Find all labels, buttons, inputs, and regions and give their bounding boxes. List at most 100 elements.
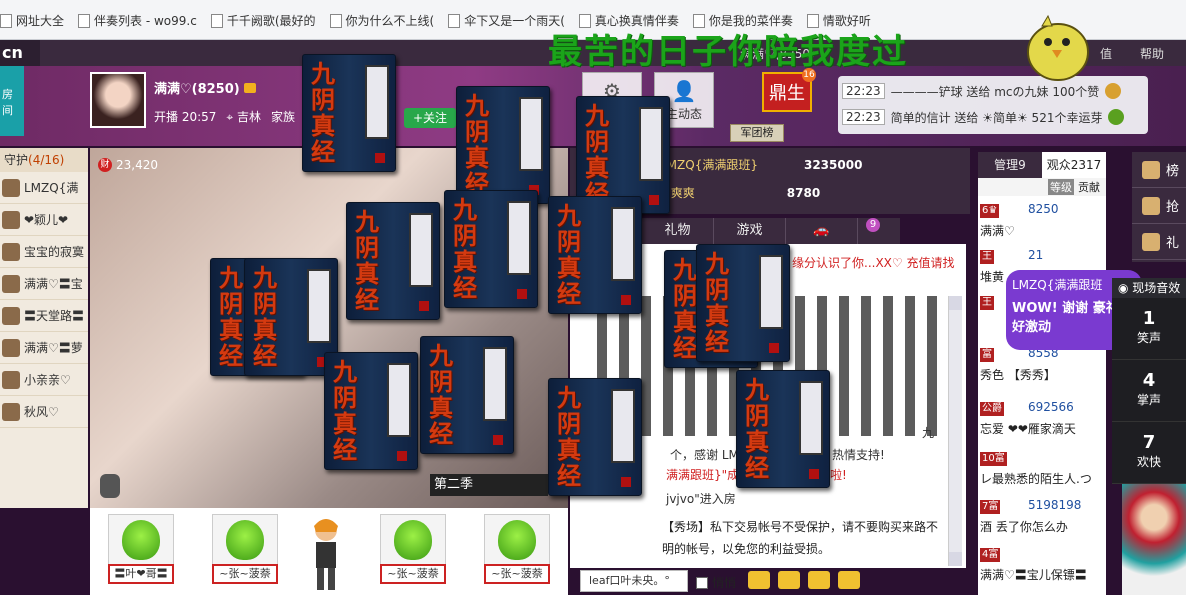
sort-contrib[interactable]: 贡献	[1078, 179, 1100, 195]
room-side-tab[interactable]: 房间	[0, 66, 24, 136]
sort-level[interactable]: 等级	[1048, 179, 1074, 195]
scroll-up-icon[interactable]	[949, 296, 962, 310]
seal-icon	[493, 435, 503, 445]
image-icon[interactable]	[748, 571, 770, 589]
rich-row[interactable]: ★爽爽 8780	[660, 184, 820, 201]
sound-effects-panel: ◉ 现场音效 1 笑声 4 掌声 7 欢快	[1112, 278, 1186, 484]
book-title: 九阴真经	[557, 201, 581, 308]
army-rank-button[interactable]: 军团榜	[730, 124, 784, 142]
ding-button[interactable]: 鼎生 16	[762, 68, 816, 112]
bookmark-2[interactable]: 伴奏列表 - wo99.c	[78, 12, 197, 29]
seal-icon	[769, 343, 779, 353]
audience-row[interactable]: 10富 レ最熟悉的陌生人.つ	[978, 448, 1106, 490]
audience-name: 满满♡〓宝儿保镖〓	[980, 568, 1087, 582]
family-text[interactable]: 家族	[271, 108, 295, 125]
book-gift-icon: 九阴真经	[302, 54, 396, 172]
site-logo[interactable]: cn	[0, 40, 40, 66]
sound-key-number: 7	[1142, 432, 1156, 453]
seal-icon	[517, 289, 527, 299]
guard-item[interactable]: 满满♡〓萝	[0, 332, 88, 364]
tab-games[interactable]: 游戏	[714, 218, 786, 244]
sound-key[interactable]: 4 掌声	[1112, 360, 1186, 422]
avatar	[2, 306, 20, 325]
avatar	[2, 370, 20, 389]
scroll-down-icon[interactable]	[949, 552, 962, 566]
avatar	[2, 178, 20, 197]
audience-row[interactable]: 6♛ 8250 满满♡	[978, 200, 1106, 242]
streamer-avatar[interactable]	[90, 72, 146, 128]
tab-car[interactable]: 🚗	[786, 218, 858, 244]
guard-item[interactable]: 小亲亲♡	[0, 364, 88, 396]
gift-feed: 22:23 ————铲球 送给 mcの九妹 100个赞 22:23 简单的信计 …	[838, 76, 1148, 134]
live-info: 开播 20:57 ⌖ 吉林 家族	[154, 108, 295, 125]
audience-row[interactable]: 富 8558 秀色 【秀秀】	[978, 344, 1106, 386]
book-title: 九阴真经	[585, 101, 609, 208]
tab-managers[interactable]: 管理9	[978, 152, 1042, 178]
season-caption: 第二季	[430, 474, 548, 496]
book-gift-icon: 九阴真经	[696, 244, 790, 362]
audience-row[interactable]: 4富 满满♡〓宝儿保镖〓	[978, 544, 1106, 586]
book-gift-icon: 九阴真经	[420, 336, 514, 454]
guard-item[interactable]: 〓天堂路〓	[0, 300, 88, 332]
side-tools: 榜 抢 礼	[1132, 152, 1186, 262]
side-tool-label: 榜	[1166, 164, 1180, 179]
seat[interactable]: 〓叶❤哥〓	[108, 514, 174, 586]
avatar	[2, 210, 20, 229]
vip-icon[interactable]	[808, 571, 830, 589]
guard-count: (4/16)	[28, 153, 65, 167]
chat-input[interactable]: leaf口叶未央。°	[580, 570, 688, 592]
start-time: 开播 20:57	[154, 110, 217, 124]
bookmark-4[interactable]: 你为什么不上线(	[329, 12, 434, 29]
seat[interactable]: ~张~菠萘	[484, 514, 550, 586]
side-tool-grab[interactable]: 抢	[1132, 188, 1186, 224]
tab-gifts[interactable]: 礼物	[642, 218, 714, 244]
sound-key[interactable]: 1 笑声	[1112, 298, 1186, 360]
audience-row[interactable]: 7富 5198198 酒 丢了你怎么办	[978, 496, 1106, 538]
side-tool-rank[interactable]: 榜	[1132, 152, 1186, 188]
whisper-toggle[interactable]: 悄悄	[696, 574, 736, 591]
bookmark-3[interactable]: 千千阙歌(最好的	[210, 12, 316, 29]
bookmark-1[interactable]: 网址大全	[0, 12, 64, 29]
nav-value[interactable]: 值	[1100, 45, 1112, 62]
audience-row[interactable]: 公爵 692566 忘爱 ❤❤雁家滴天	[978, 398, 1106, 440]
alien-avatar-icon	[226, 520, 264, 560]
sound-title-text: 现场音效	[1132, 281, 1181, 295]
guard-item[interactable]: LMZQ{满	[0, 172, 88, 204]
sound-key-number: 1	[1142, 308, 1156, 329]
audience-list: 6♛ 8250 满满♡ 王 21 堆黄 王 富 8558 秀色 【秀秀】 公爵 692566 忘…	[978, 196, 1106, 595]
seat[interactable]: ~张~菠萘	[212, 514, 278, 586]
whisper-checkbox[interactable]	[696, 576, 708, 589]
bookmark-label: 网址大全	[16, 14, 65, 28]
emoji-icon[interactable]	[778, 571, 800, 589]
guard-icon[interactable]	[838, 571, 860, 589]
side-tool-gift[interactable]: 礼	[1132, 224, 1186, 260]
alien-avatar-icon	[122, 520, 160, 560]
book-title: 九阴真经	[453, 195, 477, 302]
guard-item[interactable]: 满满♡〓宝	[0, 268, 88, 300]
alien-avatar-icon	[394, 520, 432, 560]
seal-icon	[375, 153, 385, 163]
dynamics-label: 主动态	[665, 107, 702, 121]
follow-button[interactable]: +关注	[404, 108, 456, 128]
nav-help[interactable]: 帮助	[1140, 45, 1164, 62]
audience-name: 满满♡	[980, 224, 1015, 238]
bookmark-label: 千千阙歌(最好的	[226, 14, 316, 28]
chat-scrollbar[interactable]	[948, 296, 962, 566]
rich-row[interactable]: LMZQ{满满跟班} 3235000	[660, 156, 862, 173]
guard-item[interactable]: 宝宝的寂寞	[0, 236, 88, 268]
guard-name: 满满♡〓宝	[24, 277, 83, 291]
microphone-icon[interactable]	[100, 474, 120, 498]
page-icon	[78, 13, 91, 28]
seat[interactable]: ~张~菠萘	[380, 514, 446, 586]
sound-key[interactable]: 7 欢快	[1112, 422, 1186, 484]
audience-name: 秀色 【秀秀】	[980, 368, 1056, 382]
location-text: ⌖ 吉林	[226, 110, 261, 124]
tab-audience[interactable]: 观众2317	[1042, 152, 1106, 178]
book-gift-icon: 九阴真经	[548, 378, 642, 496]
guard-item[interactable]: 秋风♡	[0, 396, 88, 428]
sound-key-number: 4	[1142, 370, 1156, 391]
guard-name: 宝宝的寂寞	[24, 245, 85, 259]
level-badge: 7富	[980, 500, 1001, 514]
guard-item[interactable]: ❤颖儿❤	[0, 204, 88, 236]
seal-icon	[649, 195, 659, 205]
